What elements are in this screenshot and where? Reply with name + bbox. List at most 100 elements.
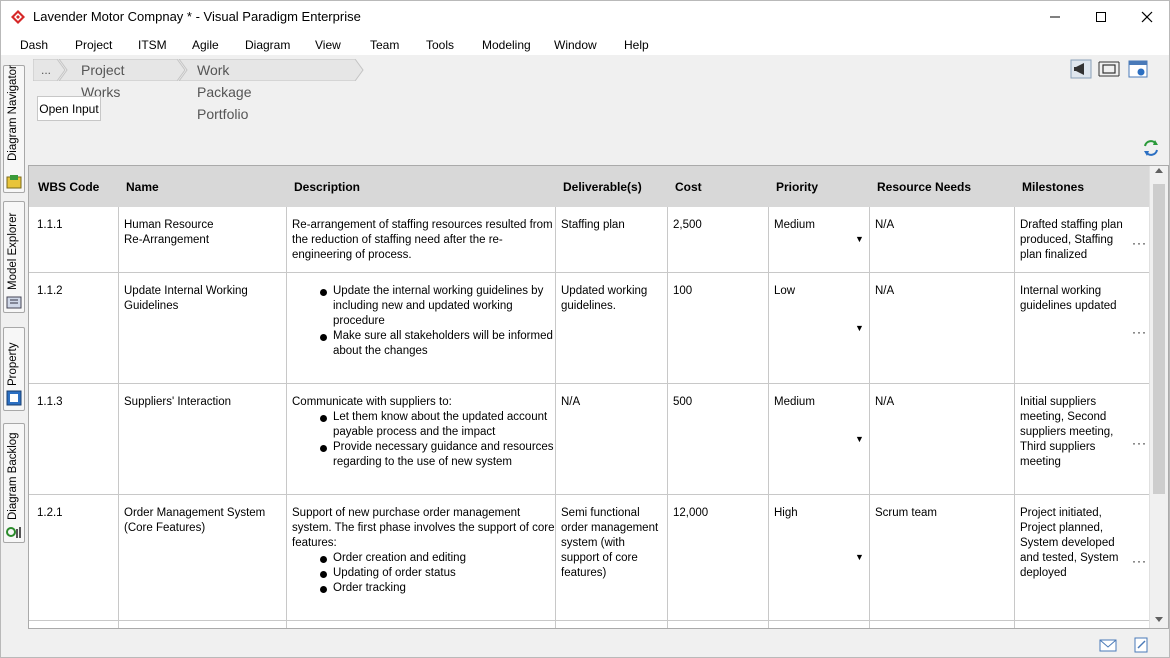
cell-wbs-code[interactable]: 1.2.1	[37, 506, 63, 521]
cell-milestones[interactable]: Project initiated, Project planned, Syst…	[1020, 506, 1118, 581]
cell-line: Drafted staffing plan	[1020, 219, 1123, 231]
column-header-deliverables[interactable]: Deliverable(s)	[563, 180, 642, 194]
scroll-down-arrow-icon[interactable]	[1155, 617, 1163, 622]
close-icon	[1141, 11, 1153, 23]
milestones-more-button[interactable]: ···	[1132, 436, 1147, 450]
cell-priority[interactable]: High	[774, 506, 798, 521]
mail-button[interactable]	[1099, 637, 1117, 653]
column-header-milestones[interactable]: Milestones	[1022, 180, 1084, 194]
side-tab-diagram-backlog[interactable]: Diagram Backlog	[3, 423, 25, 543]
open-input-button[interactable]: Open Input	[37, 96, 101, 121]
menu-itsm[interactable]: ITSM	[138, 38, 167, 52]
column-divider	[1014, 384, 1015, 495]
priority-dropdown-arrow-icon[interactable]: ▼	[855, 234, 864, 244]
menu-agile[interactable]: Agile	[192, 38, 219, 52]
breadcrumb-project-works[interactable]: Project Works	[81, 59, 125, 100]
cell-description[interactable]: Update the internal working guidelines b…	[292, 284, 553, 359]
diagram-backlog-icon	[6, 527, 21, 538]
milestones-more-button[interactable]: ···	[1132, 325, 1147, 339]
table-row[interactable]	[29, 621, 1149, 628]
app-window: Lavender Motor Compnay * - Visual Paradi…	[0, 0, 1170, 658]
menu-team[interactable]: Team	[370, 38, 399, 52]
cell-description[interactable]: Communicate with suppliers to: Let them …	[292, 395, 554, 470]
maximize-button[interactable]	[1078, 1, 1124, 33]
column-header-wbs-code[interactable]: WBS Code	[38, 180, 99, 194]
breadcrumb-ellipsis[interactable]: ...	[41, 59, 51, 81]
cell-cost[interactable]: 100	[673, 284, 692, 299]
refresh-button[interactable]	[1142, 139, 1160, 157]
maximize-icon	[1096, 12, 1106, 22]
cell-deliverables[interactable]: Updated working guidelines.	[561, 284, 647, 314]
cell-line: Re-Arrangement	[124, 234, 210, 246]
column-header-resource-needs[interactable]: Resource Needs	[877, 180, 971, 194]
side-tab-model-explorer[interactable]: Model Explorer	[3, 201, 25, 313]
menu-dash[interactable]: Dash	[20, 38, 48, 52]
cell-milestones[interactable]: Internal working guidelines updated	[1020, 284, 1117, 314]
cell-cost[interactable]: 500	[673, 395, 692, 410]
cell-cost[interactable]: 12,000	[673, 506, 708, 521]
cell-deliverables[interactable]: N/A	[561, 395, 580, 410]
menu-modeling[interactable]: Modeling	[482, 38, 531, 52]
minimize-button[interactable]	[1032, 1, 1078, 33]
column-divider	[1014, 273, 1015, 384]
priority-dropdown-arrow-icon[interactable]: ▼	[855, 323, 864, 333]
cell-name[interactable]: Suppliers' Interaction	[124, 395, 231, 410]
cell-deliverables[interactable]: Semi functional order management system …	[561, 506, 658, 581]
close-button[interactable]	[1124, 1, 1170, 33]
side-tab-diagram-navigator[interactable]: Diagram Navigator	[3, 65, 25, 193]
cell-resource-needs[interactable]: Scrum team	[875, 506, 937, 521]
announce-button[interactable]	[1070, 59, 1092, 79]
panel-settings-button[interactable]	[1127, 59, 1149, 79]
menu-view[interactable]: View	[315, 38, 341, 52]
milestones-more-button[interactable]: ···	[1132, 236, 1147, 250]
vertical-scrollbar[interactable]	[1149, 166, 1168, 628]
cell-resource-needs[interactable]: N/A	[875, 284, 894, 299]
column-divider	[286, 207, 287, 273]
column-header-description[interactable]: Description	[294, 180, 360, 194]
table-row[interactable]: 1.2.1 Order Management System (Core Feat…	[29, 495, 1149, 621]
cell-milestones[interactable]: Drafted staffing plan produced, Staffing…	[1020, 218, 1123, 263]
cell-deliverables[interactable]: Staffing plan	[561, 218, 625, 233]
column-header-name[interactable]: Name	[126, 180, 159, 194]
fit-width-button[interactable]	[1098, 59, 1120, 79]
milestones-more-button[interactable]: ···	[1132, 554, 1147, 568]
table-row[interactable]: 1.1.3 Suppliers' Interaction Communicate…	[29, 384, 1149, 495]
cell-line: system (with	[561, 537, 625, 549]
priority-dropdown-arrow-icon[interactable]: ▼	[855, 434, 864, 444]
cell-wbs-code[interactable]: 1.1.1	[37, 218, 63, 233]
cell-resource-needs[interactable]: N/A	[875, 218, 894, 233]
scrollbar-thumb[interactable]	[1153, 184, 1165, 494]
cell-wbs-code[interactable]: 1.1.3	[37, 395, 63, 410]
menu-diagram[interactable]: Diagram	[245, 38, 290, 52]
cell-line: the reduction of staffing need after the…	[292, 234, 503, 246]
table-row[interactable]: 1.1.1 Human Resource Re-Arrangement Re-a…	[29, 207, 1149, 273]
cell-description[interactable]: Support of new purchase order management…	[292, 506, 555, 596]
breadcrumb-work-package-portfolio[interactable]: Work Package Portfolio	[197, 59, 251, 122]
cell-resource-needs[interactable]: N/A	[875, 395, 894, 410]
cell-priority[interactable]: Medium	[774, 395, 815, 410]
cell-cost[interactable]: 2,500	[673, 218, 702, 233]
table-row[interactable]: 1.1.2 Update Internal Working Guidelines…	[29, 273, 1149, 384]
list-item: Let them know about the updated account …	[292, 410, 554, 440]
column-header-cost[interactable]: Cost	[675, 180, 702, 194]
menu-tools[interactable]: Tools	[426, 38, 454, 52]
cell-line: Staffing plan	[561, 219, 625, 231]
cell-name[interactable]: Update Internal Working Guidelines	[124, 284, 248, 314]
menu-window[interactable]: Window	[554, 38, 597, 52]
cell-name[interactable]: Human Resource Re-Arrangement	[124, 218, 213, 248]
cell-line: meeting, Second	[1020, 411, 1107, 423]
note-button[interactable]	[1132, 637, 1150, 653]
column-header-priority[interactable]: Priority	[776, 180, 818, 194]
priority-dropdown-arrow-icon[interactable]: ▼	[855, 552, 864, 562]
cell-wbs-code[interactable]: 1.1.2	[37, 284, 63, 299]
cell-line: features:	[292, 537, 337, 549]
menu-help[interactable]: Help	[624, 38, 649, 52]
menu-project[interactable]: Project	[75, 38, 112, 52]
cell-name[interactable]: Order Management System (Core Features)	[124, 506, 265, 536]
side-tab-property[interactable]: Property	[3, 327, 25, 411]
cell-milestones[interactable]: Initial suppliers meeting, Second suppli…	[1020, 395, 1113, 470]
cell-priority[interactable]: Medium	[774, 218, 815, 233]
cell-priority[interactable]: Low	[774, 284, 795, 299]
cell-description[interactable]: Re-arrangement of staffing resources res…	[292, 218, 553, 263]
scroll-up-arrow-icon[interactable]	[1155, 168, 1163, 173]
